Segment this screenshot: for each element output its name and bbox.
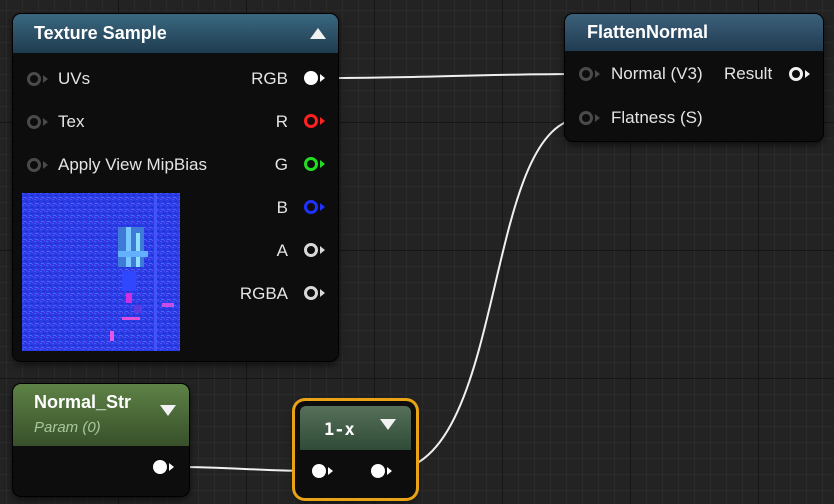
wire-rgb-to-normal[interactable]: [329, 73, 585, 79]
texture-sample-title: Texture Sample: [34, 23, 167, 43]
normal-str-title: Normal_Str: [34, 392, 132, 412]
result-output-label: Result: [724, 64, 773, 83]
mipbias-pin-arrow-icon: [43, 161, 48, 169]
dropdown-icon[interactable]: [380, 419, 396, 430]
flatness-input-label: Flatness (S): [611, 108, 703, 127]
rgb-label: RGB: [251, 69, 288, 88]
tex-pin[interactable]: [27, 115, 41, 129]
normal-str-pin-arrow-icon: [169, 463, 174, 471]
normal-pin-arrow-icon: [595, 70, 600, 78]
mipbias-pin[interactable]: [27, 158, 41, 172]
normal-str-output-pin[interactable]: [153, 460, 167, 474]
one-minus-header[interactable]: 1-x: [300, 406, 411, 450]
r-pin-arrow-icon: [320, 117, 325, 125]
rgba-pin-arrow-icon: [320, 289, 325, 297]
tex-label: Tex: [58, 112, 85, 131]
mipbias-label: Apply View MipBias: [58, 155, 207, 174]
rgb-pin[interactable]: [304, 71, 318, 85]
texture-preview: [22, 193, 180, 351]
g-pin-arrow-icon: [320, 160, 325, 168]
one-minus-title: 1-x: [324, 420, 355, 440]
b-pin-arrow-icon: [320, 203, 325, 211]
uvs-pin[interactable]: [27, 72, 41, 86]
flatness-input-pin[interactable]: [579, 111, 593, 125]
uvs-label: UVs: [58, 69, 91, 88]
texture-sample-header[interactable]: Texture Sample: [13, 14, 338, 53]
flatten-normal-node[interactable]: FlattenNormal Normal (V3) Result Flatnes…: [565, 14, 823, 141]
uvs-pin-arrow-icon: [43, 75, 48, 83]
a-pin-arrow-icon: [320, 246, 325, 254]
a-label: A: [276, 241, 288, 260]
g-pin[interactable]: [304, 157, 318, 171]
flatten-normal-title: FlattenNormal: [587, 22, 709, 42]
collapse-up-icon[interactable]: [310, 28, 326, 39]
normal-input-pin[interactable]: [579, 67, 593, 81]
rgba-label: RGBA: [239, 284, 288, 303]
wire-oneminus-to-flatness[interactable]: [387, 117, 585, 472]
normal-str-param-node[interactable]: Normal_Str Param (0): [13, 384, 189, 496]
texture-sample-node[interactable]: Texture Sample UVs Tex Apply View MipBia…: [13, 14, 338, 361]
result-output-pin[interactable]: [789, 67, 803, 81]
g-label: G: [274, 155, 288, 174]
flatten-normal-header[interactable]: FlattenNormal: [565, 14, 823, 51]
r-pin[interactable]: [304, 114, 318, 128]
rgba-pin[interactable]: [304, 286, 318, 300]
tex-pin-arrow-icon: [43, 118, 48, 126]
rgb-pin-arrow-icon: [320, 74, 325, 82]
a-pin[interactable]: [304, 243, 318, 257]
r-label: R: [275, 112, 288, 131]
one-minus-out-arrow-icon: [387, 467, 392, 475]
one-minus-input-pin[interactable]: [312, 464, 326, 478]
one-minus-output-pin[interactable]: [371, 464, 385, 478]
dropdown-icon[interactable]: [160, 405, 176, 416]
b-pin[interactable]: [304, 200, 318, 214]
flatness-pin-arrow-icon: [595, 114, 600, 122]
normal-str-subtitle: Param (0): [34, 419, 101, 436]
b-label: B: [276, 198, 288, 217]
normal-str-header[interactable]: Normal_Str Param (0): [13, 384, 189, 446]
one-minus-in-arrow-icon: [328, 467, 333, 475]
result-pin-arrow-icon: [805, 70, 810, 78]
one-minus-node[interactable]: 1-x: [295, 401, 416, 498]
normal-input-label: Normal (V3): [611, 64, 703, 83]
